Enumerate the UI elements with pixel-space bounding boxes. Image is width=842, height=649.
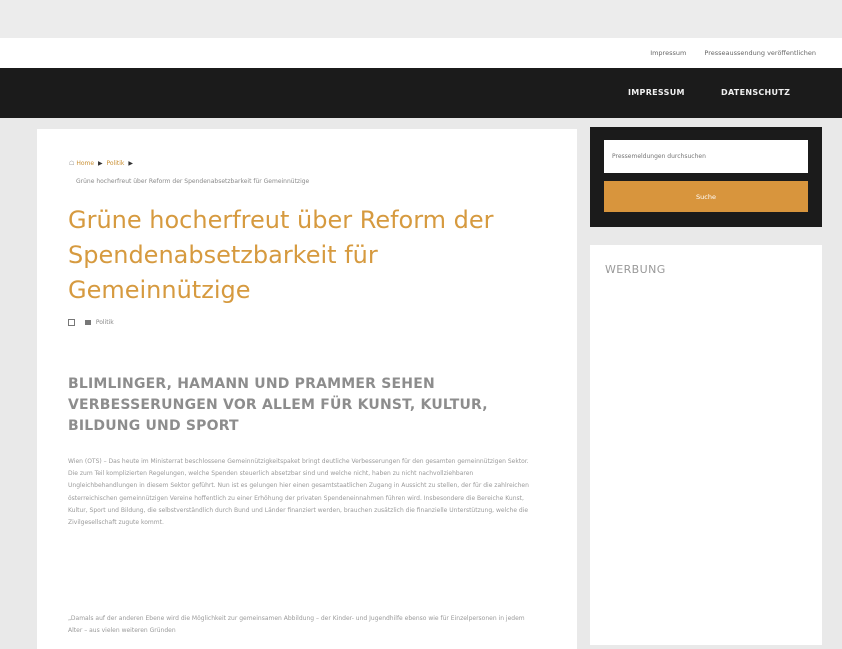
article-category[interactable]: Politik [96, 319, 114, 326]
calendar-icon [68, 319, 75, 326]
home-icon: ☖ [69, 160, 75, 167]
top-link-publish[interactable]: Presseaussendung veröffentlichen [704, 49, 816, 57]
breadcrumb-separator-icon: ▶ [128, 160, 133, 167]
article-paragraph: Wien (OTS) – Das heute im Ministerrat be… [68, 458, 529, 527]
breadcrumb-home[interactable]: Home [76, 160, 94, 167]
nav-datenschutz[interactable]: DATENSCHUTZ [721, 88, 790, 97]
ad-widget [590, 245, 822, 645]
nav-impressum[interactable]: IMPRESSUM [628, 88, 685, 97]
search-input[interactable] [604, 140, 808, 173]
breadcrumb-category[interactable]: Politik [107, 160, 125, 167]
breadcrumb: ☖ Home ▶ Politik ▶ [69, 160, 135, 167]
top-links: Impressum Presseaussendung veröffentlich… [634, 49, 816, 57]
top-link-impressum[interactable]: Impressum [650, 49, 686, 57]
article-paragraph: „Damals auf der anderen Ebene wird die M… [68, 615, 525, 635]
article-title: Grüne hocherfreut über Reform der Spende… [68, 206, 494, 304]
article-subtitle: BLIMLINGER, HAMANN UND PRAMMER SEHEN VER… [68, 376, 488, 434]
main-navbar [0, 68, 842, 118]
ad-label: WERBUNG [605, 263, 666, 276]
search-button[interactable]: Suche [604, 181, 808, 212]
article-meta: Politik [68, 319, 114, 326]
tag-icon [84, 320, 91, 325]
breadcrumb-separator-icon: ▶ [97, 160, 103, 167]
browser-top-strip [0, 0, 842, 38]
breadcrumb-current: Grüne hocherfreut über Reform der Spende… [76, 178, 310, 185]
